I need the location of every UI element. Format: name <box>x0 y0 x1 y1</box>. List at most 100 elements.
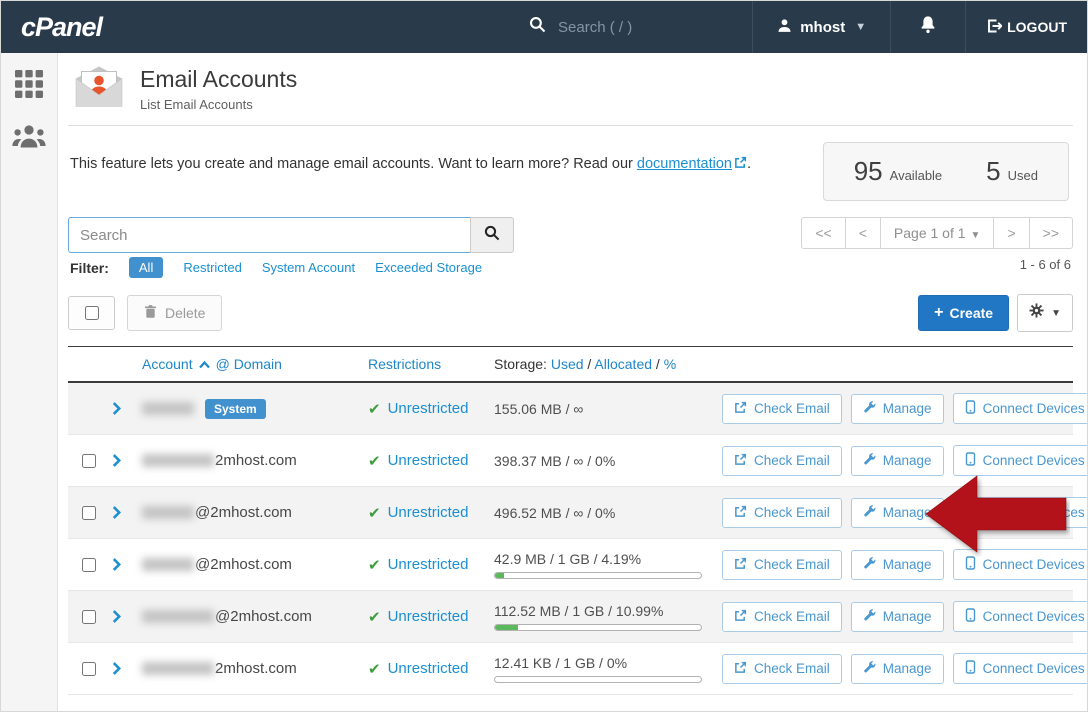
pagination-page-selector[interactable]: Page 1 of 1 ▼ <box>880 217 995 249</box>
check-email-label: Check Email <box>754 557 830 572</box>
check-email-button[interactable]: Check Email <box>722 654 842 684</box>
select-all-checkbox[interactable] <box>85 306 99 320</box>
settings-dropdown-button[interactable]: ▼ <box>1017 294 1073 332</box>
restrictions-value: Unrestricted <box>388 400 469 417</box>
check-email-button[interactable]: Check Email <box>722 446 842 476</box>
used-stat: 5 Used <box>986 156 1038 187</box>
storage-header-prefix: Storage: <box>494 356 551 372</box>
list-controls: Filter: All Restricted System Account Ex… <box>68 217 1073 278</box>
row-checkbox[interactable] <box>82 506 96 520</box>
manage-button[interactable]: Manage <box>851 550 944 580</box>
grid-icon <box>14 69 44 104</box>
manage-label: Manage <box>883 609 932 624</box>
storage-progress-bar <box>494 676 702 683</box>
table-toolbar: Delete + Create ▼ <box>68 294 1073 332</box>
documentation-link[interactable]: documentation <box>637 156 732 172</box>
pagination: << < Page 1 of 1 ▼ > >> 1 - 6 of 6 <box>801 217 1073 272</box>
pagination-prev-button[interactable]: < <box>845 217 881 249</box>
pagination-page-label: Page 1 of 1 <box>894 225 966 241</box>
filter-label: Filter: <box>70 260 109 276</box>
row-checkbox[interactable] <box>82 662 96 676</box>
account-domain: @2mhost.com <box>195 504 292 521</box>
filter-system-account[interactable]: System Account <box>262 260 355 275</box>
external-link-icon <box>734 156 747 173</box>
check-email-label: Check Email <box>754 505 830 520</box>
logout-icon <box>986 18 1002 37</box>
check-email-button[interactable]: Check Email <box>722 550 842 580</box>
filter-all[interactable]: All <box>129 257 163 278</box>
sidebar <box>1 53 58 711</box>
result-range: 1 - 6 of 6 <box>801 257 1073 272</box>
pagination-next-button[interactable]: > <box>993 217 1029 249</box>
expand-row-button[interactable] <box>112 558 142 571</box>
sort-account-header[interactable]: Account <box>142 356 193 372</box>
mobile-icon <box>965 660 976 677</box>
quota-summary: 95 Available 5 Used <box>823 142 1069 201</box>
used-value: 5 <box>986 156 1000 187</box>
expand-row-button[interactable] <box>112 454 142 467</box>
storage-progress-bar <box>494 572 702 579</box>
redacted-account-name <box>142 610 214 623</box>
external-link-icon <box>734 609 747 625</box>
sort-storage-percent[interactable]: % <box>664 356 676 372</box>
search-button[interactable] <box>470 217 514 253</box>
check-email-button[interactable]: Check Email <box>722 498 842 528</box>
row-checkbox[interactable] <box>82 558 96 572</box>
manage-label: Manage <box>883 505 932 520</box>
mobile-icon <box>965 504 976 521</box>
expand-row-button[interactable] <box>112 610 142 623</box>
trash-icon <box>144 304 157 322</box>
storage-progress-fill <box>495 573 504 578</box>
redacted-account-name <box>142 402 194 415</box>
storage-value: 112.52 MB / 1 GB / 10.99% <box>494 603 663 619</box>
sort-storage-allocated[interactable]: Allocated <box>594 356 652 372</box>
system-badge: System <box>205 399 266 419</box>
intro-section: This feature lets you create and manage … <box>68 126 1073 207</box>
filter-exceeded-storage[interactable]: Exceeded Storage <box>375 260 482 275</box>
wrench-icon <box>863 453 876 469</box>
global-search[interactable]: Search ( / ) <box>529 16 632 38</box>
filter-restricted[interactable]: Restricted <box>183 260 242 275</box>
email-accounts-icon <box>74 65 124 113</box>
chevron-down-icon: ▼ <box>971 230 981 241</box>
manage-button[interactable]: Manage <box>851 654 944 684</box>
check-email-button[interactable]: Check Email <box>722 602 842 632</box>
external-link-icon <box>734 505 747 521</box>
search-input[interactable] <box>68 217 470 253</box>
connect-devices-button[interactable]: Connect Devices <box>953 601 1088 632</box>
manage-button[interactable]: Manage <box>851 602 944 632</box>
logout-button[interactable]: LOGOUT <box>966 1 1087 53</box>
check-email-button[interactable]: Check Email <box>722 394 842 424</box>
row-checkbox[interactable] <box>82 454 96 468</box>
sort-storage-used[interactable]: Used <box>551 356 584 372</box>
used-label: Used <box>1008 168 1038 183</box>
expand-row-button[interactable] <box>112 662 142 675</box>
manage-button[interactable]: Manage <box>851 498 944 528</box>
sidebar-item-user-manager[interactable] <box>1 116 57 166</box>
redacted-account-name <box>142 454 214 467</box>
connect-devices-button[interactable]: Connect Devices <box>953 393 1088 424</box>
sidebar-item-apps-grid[interactable] <box>1 53 57 116</box>
pagination-first-button[interactable]: << <box>801 217 845 249</box>
connect-devices-button[interactable]: Connect Devices <box>953 445 1088 476</box>
cpanel-logo[interactable]: cPanel <box>1 12 102 43</box>
connect-devices-button[interactable]: Connect Devices <box>953 497 1088 528</box>
manage-button[interactable]: Manage <box>851 446 944 476</box>
row-checkbox[interactable] <box>82 610 96 624</box>
table-row: @2mhost.com ✔Unrestricted 112.52 MB / 1 … <box>68 591 1073 643</box>
manage-button[interactable]: Manage <box>851 394 944 424</box>
connect-devices-button[interactable]: Connect Devices <box>953 653 1088 684</box>
check-icon: ✔ <box>368 452 381 470</box>
pagination-last-button[interactable]: >> <box>1029 217 1073 249</box>
chevron-down-icon: ▼ <box>1051 308 1061 319</box>
create-button[interactable]: + Create <box>918 295 1009 331</box>
user-menu[interactable]: mhost ▼ <box>753 18 890 37</box>
expand-row-button[interactable] <box>112 506 142 519</box>
delete-button[interactable]: Delete <box>127 295 222 331</box>
expand-row-button[interactable] <box>112 402 142 415</box>
sort-domain-header[interactable]: @ Domain <box>216 356 282 372</box>
create-label: Create <box>950 305 994 321</box>
sort-restrictions-header[interactable]: Restrictions <box>368 356 494 372</box>
notifications-button[interactable] <box>891 1 965 53</box>
connect-devices-button[interactable]: Connect Devices <box>953 549 1088 580</box>
